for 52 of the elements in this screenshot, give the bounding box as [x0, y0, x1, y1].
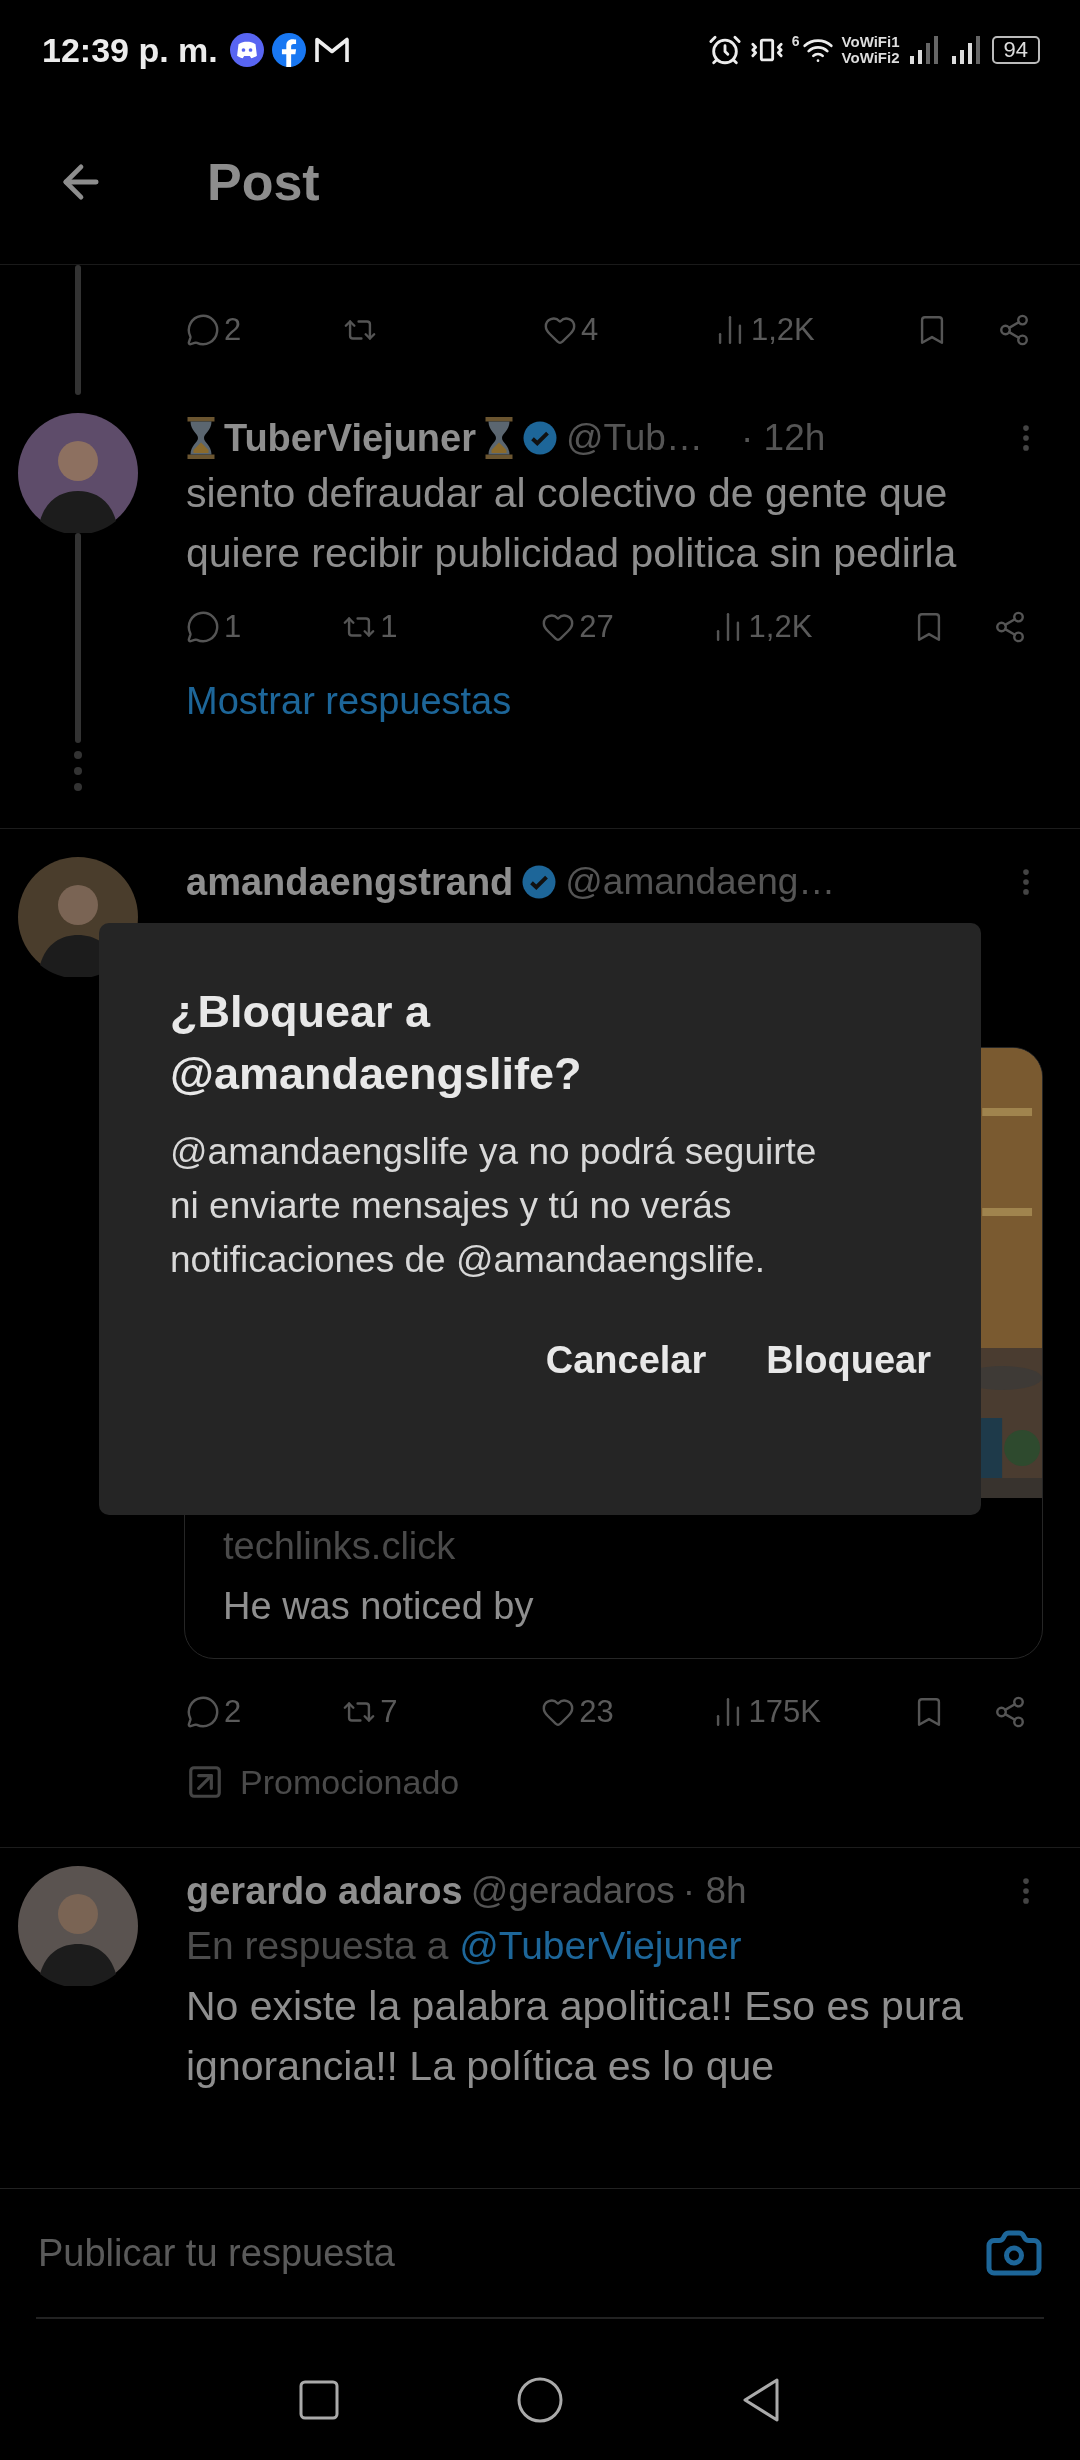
- like-count: 4: [581, 312, 599, 348]
- wifi-number-label: 6: [791, 33, 800, 49]
- author-name: amandaengstrand: [186, 860, 514, 904]
- avatar[interactable]: [18, 1866, 138, 1986]
- author-name: gerardo adaros: [186, 1869, 463, 1913]
- promoted-icon: [186, 1763, 224, 1801]
- reply-field[interactable]: Publicar tu respuesta: [36, 2230, 984, 2276]
- reply-icon[interactable]: [186, 313, 220, 347]
- clock: 12:39 p. m.: [42, 30, 218, 70]
- page-title: Post: [207, 152, 320, 212]
- dialog-title: ¿Bloquear a @amandaengslife?: [170, 985, 583, 1101]
- post-text: No existe la palabra apolitica!! Eso es pura ignorancia!! La política es lo que: [186, 1982, 965, 2091]
- recents-icon[interactable]: [297, 2378, 342, 2422]
- reply-count: 2: [224, 312, 242, 348]
- reply-count: 1: [224, 609, 242, 645]
- alarm-icon: [707, 33, 742, 67]
- views-count: 175K: [748, 1694, 821, 1730]
- reply-to-label: En respuesta a: [186, 1924, 449, 1967]
- network-label: VoWiFi1: [841, 34, 900, 50]
- post-time: · 8h: [682, 1870, 747, 1912]
- like-count: 27: [579, 609, 614, 645]
- author-name: TuberViejuner: [224, 416, 476, 460]
- avatar[interactable]: [18, 413, 138, 533]
- reply-count: 2: [224, 1694, 242, 1730]
- cancel-button[interactable]: Cancelar: [535, 1331, 717, 1390]
- promoted-label: Promocionado: [240, 1762, 460, 1802]
- post-time: · 12h: [740, 417, 826, 459]
- home-icon[interactable]: [516, 2376, 564, 2424]
- dialog-message: @amandaengslife ya no podrá seguirte ni enviarte mensajes y tú no verás notificaciones de @amandaengslife.: [170, 1130, 818, 1282]
- reply-icon[interactable]: [186, 610, 220, 644]
- card-domain: techlinks.click: [223, 1524, 457, 1569]
- author-handle: @geradaros: [470, 1870, 675, 1912]
- battery-level: 94: [991, 36, 1040, 64]
- mail-icon: [313, 35, 350, 65]
- social-app-icon: [271, 33, 306, 67]
- hourglass-icon: [484, 417, 514, 459]
- author-handle: @Tub…: [566, 417, 703, 459]
- repost-count: 7: [380, 1694, 398, 1730]
- share-icon[interactable]: [997, 313, 1031, 347]
- thread-dots-icon: [74, 751, 82, 791]
- hourglass-icon: [186, 417, 216, 459]
- views-count: 1,2K: [748, 609, 813, 645]
- block-button[interactable]: Bloquear: [756, 1331, 941, 1390]
- author-handle: @amandaeng…: [565, 861, 836, 903]
- reply-icon[interactable]: [186, 1695, 220, 1729]
- chat-app-icon: [229, 33, 264, 67]
- like-count: 23: [579, 1694, 614, 1730]
- views-count: 1,2K: [751, 312, 815, 348]
- repost-count: 1: [380, 609, 398, 645]
- network-label: VoWiFi2: [841, 50, 900, 66]
- post-text: siento defraudar al colectivo de gente que quiere recibir publicidad politica sin pedirla: [186, 469, 958, 578]
- card-title: He was noticed by: [223, 1584, 535, 1629]
